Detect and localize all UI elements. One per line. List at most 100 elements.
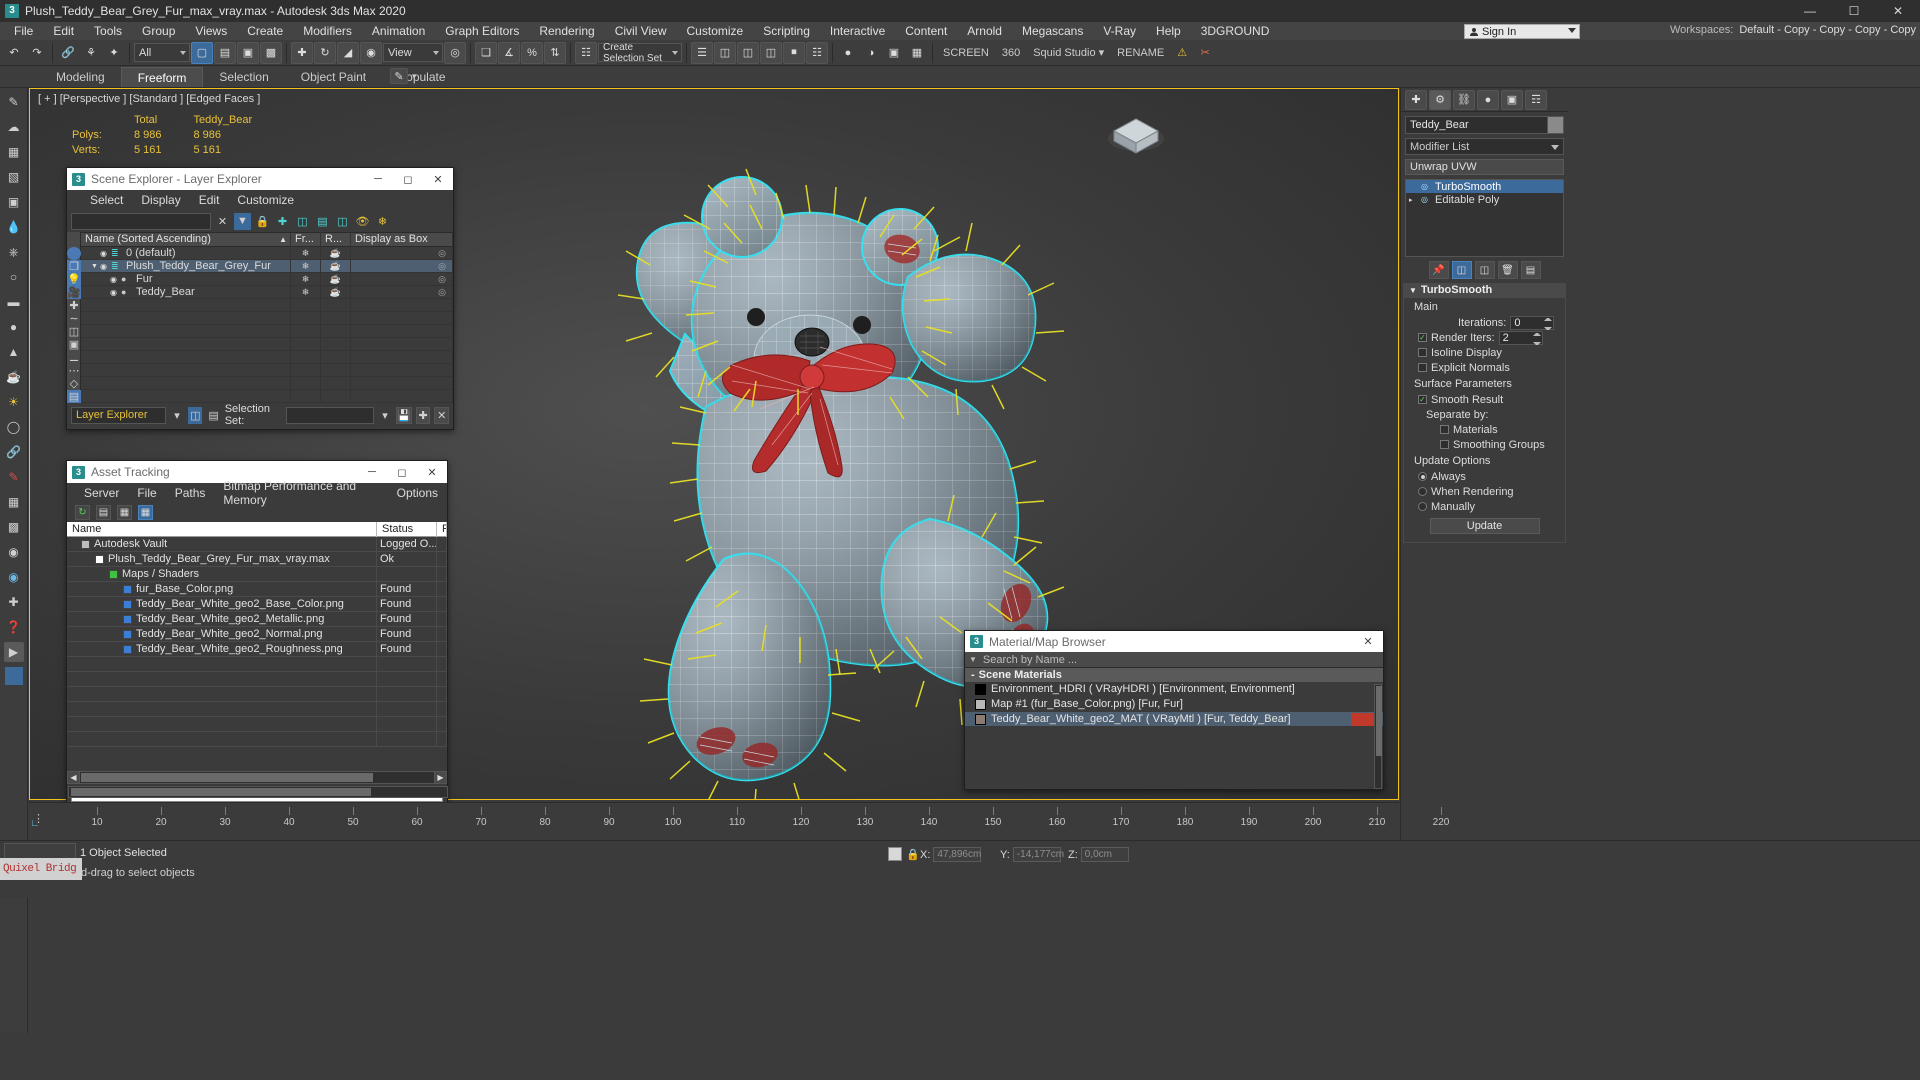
ribbon-tab-selection[interactable]: Selection (203, 67, 284, 87)
select-and-rotate-icon[interactable]: ↻ (314, 41, 336, 64)
at-menu-bitmap-performance-and-memory[interactable]: Bitmap Performance and Memory (214, 479, 387, 507)
freeze-icon[interactable]: ❄ (374, 213, 391, 230)
time-ruler[interactable]: 10 20 30 40 50 60 70 80 90 100 110 120 130 140 150 160 1… (29, 802, 1449, 838)
help-icon[interactable]: ❓ (4, 617, 24, 637)
configure-sets-icon[interactable]: ▤ (1520, 261, 1541, 279)
scene-materials-group-header[interactable]: - Scene Materials (965, 668, 1383, 682)
modifier-enable-icon[interactable]: ◎ (1421, 195, 1431, 204)
quixel-bridge-button[interactable]: Quixel Bridg (0, 858, 82, 880)
modifier-stack-item[interactable]: ◎ TurboSmooth (1406, 180, 1563, 193)
coord-x-field[interactable]: 47,896cm (933, 847, 982, 862)
select-layer-icon[interactable]: ◫ (334, 213, 351, 230)
explorer-name-field[interactable]: Layer Explorer (71, 406, 166, 424)
refresh-icon[interactable]: ↻ (75, 505, 90, 520)
display-as-box-cell[interactable]: ◎ (351, 259, 453, 273)
add-selection-set-icon[interactable]: ✚ (415, 406, 431, 424)
smooth-result-checkbox[interactable]: ✓ (1418, 395, 1427, 404)
maximize-button[interactable]: ☐ (1832, 0, 1876, 22)
tab-modify[interactable]: ⚙ (1429, 89, 1451, 110)
se-col-header[interactable]: Fr... (291, 232, 321, 247)
cloud-icon[interactable]: ☁ (4, 117, 24, 137)
maximize-button[interactable]: ◻ (387, 461, 417, 483)
menu-item-customize[interactable]: Customize (677, 22, 754, 40)
brush-icon[interactable]: ✎ (4, 467, 24, 487)
cone-icon[interactable]: ▲ (4, 342, 24, 362)
named-selection-set-combo[interactable]: Create Selection Set (598, 42, 682, 64)
se-tree-row[interactable]: ◉ ≣ 0 (default) ❄ ☕ ◎ (81, 246, 453, 260)
teapot-icon[interactable]: ☕ (4, 367, 24, 387)
snaps-toggle-icon[interactable]: ❏ (475, 41, 497, 64)
menu-item-content[interactable]: Content (895, 22, 957, 40)
gutter-toggle-icon[interactable] (67, 247, 81, 260)
at-row-name-cell[interactable]: fur_Base_Color.png (67, 582, 377, 596)
gutter-light-icon[interactable]: 💡 (67, 273, 81, 286)
se-tree-row[interactable]: ▼ ◉ ≣ Plush_Teddy_Bear_Grey_Fur ❄ ☕ ◎ (81, 259, 453, 273)
coord-x[interactable]: X: 47,896cm (920, 847, 982, 862)
lock-icon[interactable]: 🔒 (906, 848, 920, 861)
at-row-name-cell[interactable]: Teddy_Bear_White_geo2_Roughness.png (67, 642, 377, 656)
grid-icon[interactable]: ▦ (4, 142, 24, 162)
at-row[interactable]: Teddy_Bear_White_geo2_Metallic.png Found (67, 612, 447, 627)
at-row[interactable]: Teddy_Bear_White_geo2_Base_Color.png Foun… (67, 597, 447, 612)
render-cell[interactable]: ☕ (321, 285, 351, 299)
render-cell[interactable]: ☕ (321, 259, 351, 273)
sphere-icon[interactable]: ● (4, 317, 24, 337)
render-frame-icon[interactable]: ▣ (883, 42, 905, 64)
render-cell[interactable]: ☕ (321, 246, 351, 260)
menu-item-graph-editors[interactable]: Graph Editors (435, 22, 529, 40)
percent-snap-icon[interactable]: % (521, 41, 543, 64)
coord-y[interactable]: Y: -14,177cm (1000, 847, 1064, 862)
schematic-view-icon[interactable]: ☷ (806, 41, 828, 64)
render-iters-checkbox[interactable]: ✓ (1418, 333, 1427, 342)
ribbon-tab-object-paint[interactable]: Object Paint (285, 67, 382, 87)
at-row[interactable]: Teddy_Bear_White_geo2_Normal.png Found (67, 627, 447, 642)
studio-label[interactable]: Squid Studio ▾ (1027, 46, 1110, 59)
select-and-move-icon[interactable]: ✚ (291, 41, 313, 64)
save-selection-set-icon[interactable]: 💾 (396, 406, 412, 424)
object-color-swatch[interactable] (1548, 116, 1564, 134)
viewport-hscrollbar[interactable] (68, 786, 448, 798)
nest-layer-icon[interactable]: ▤ (314, 213, 331, 230)
at-col-header[interactable]: Pro (437, 522, 447, 537)
se-row-name-cell[interactable]: ◉ ● Teddy_Bear (81, 285, 291, 299)
menu-item-rendering[interactable]: Rendering (529, 22, 604, 40)
torus-icon[interactable]: ○ (4, 267, 24, 287)
at-menu-paths[interactable]: Paths (166, 486, 215, 500)
se-row-name-cell[interactable]: ◉ ≣ 0 (default) (81, 246, 291, 260)
unlink-icon[interactable]: ⚘ (80, 42, 102, 64)
play-icon[interactable]: ▶ (3, 642, 24, 662)
show-end-result-icon[interactable]: ◫ (1451, 261, 1472, 279)
render-setup-icon[interactable]: ◑ (860, 42, 882, 64)
select-region-icon[interactable]: ▣ (237, 41, 259, 64)
selection-set-combo[interactable] (285, 406, 374, 424)
select-by-name-icon[interactable]: ▤ (214, 41, 236, 64)
swatch-icon[interactable] (4, 667, 23, 685)
pin-stack-icon[interactable]: 📌 (1428, 261, 1449, 279)
at-row[interactable]: Teddy_Bear_White_geo2_Roughness.png Found (67, 642, 447, 657)
at-row[interactable]: fur_Base_Color.png Found (67, 582, 447, 597)
se-col-header[interactable]: Name (Sorted Ascending) ▲ (81, 232, 291, 247)
menu-item-edit[interactable]: Edit (43, 22, 84, 40)
at-row[interactable]: Plush_Teddy_Bear_Grey_Fur_max_vray.max Ok (67, 552, 447, 567)
ribbon-tab-freeform[interactable]: Freeform (120, 67, 204, 87)
manually-radio[interactable] (1418, 502, 1427, 511)
se-menu-customize[interactable]: Customize (228, 193, 303, 207)
at-row-name-cell[interactable]: Plush_Teddy_Bear_Grey_Fur_max_vray.max (67, 552, 377, 566)
scroll-right-icon[interactable]: ▶ (434, 771, 447, 784)
gutter-group-icon[interactable]: ◫ (67, 325, 81, 338)
spinner-snap-icon[interactable]: ⇅ (544, 41, 566, 64)
display-as-box-cell[interactable]: ◎ (351, 272, 453, 286)
at-menu-file[interactable]: File (128, 486, 165, 500)
asset-tracking-list[interactable]: Autodesk Vault Logged O... Plush_Teddy_Bea… (67, 537, 447, 747)
at-row-name-cell[interactable]: Maps / Shaders (67, 567, 377, 581)
lock-icon[interactable]: 🔒 (254, 213, 271, 230)
menu-item-views[interactable]: Views (185, 22, 237, 40)
menu-item-arnold[interactable]: Arnold (957, 22, 1012, 40)
modifier-enable-icon[interactable]: ◎ (1421, 182, 1431, 191)
ribbon-tab-modeling[interactable]: Modeling (40, 67, 121, 87)
menu-item-group[interactable]: Group (132, 22, 185, 40)
display-as-box-cell[interactable]: ◎ (351, 246, 453, 260)
turbosmooth-rollout-header[interactable]: ▼ TurboSmooth (1403, 283, 1566, 297)
gutter-panel-icon[interactable]: ▤ (67, 390, 81, 403)
window-icon[interactable]: ▣ (4, 192, 24, 212)
